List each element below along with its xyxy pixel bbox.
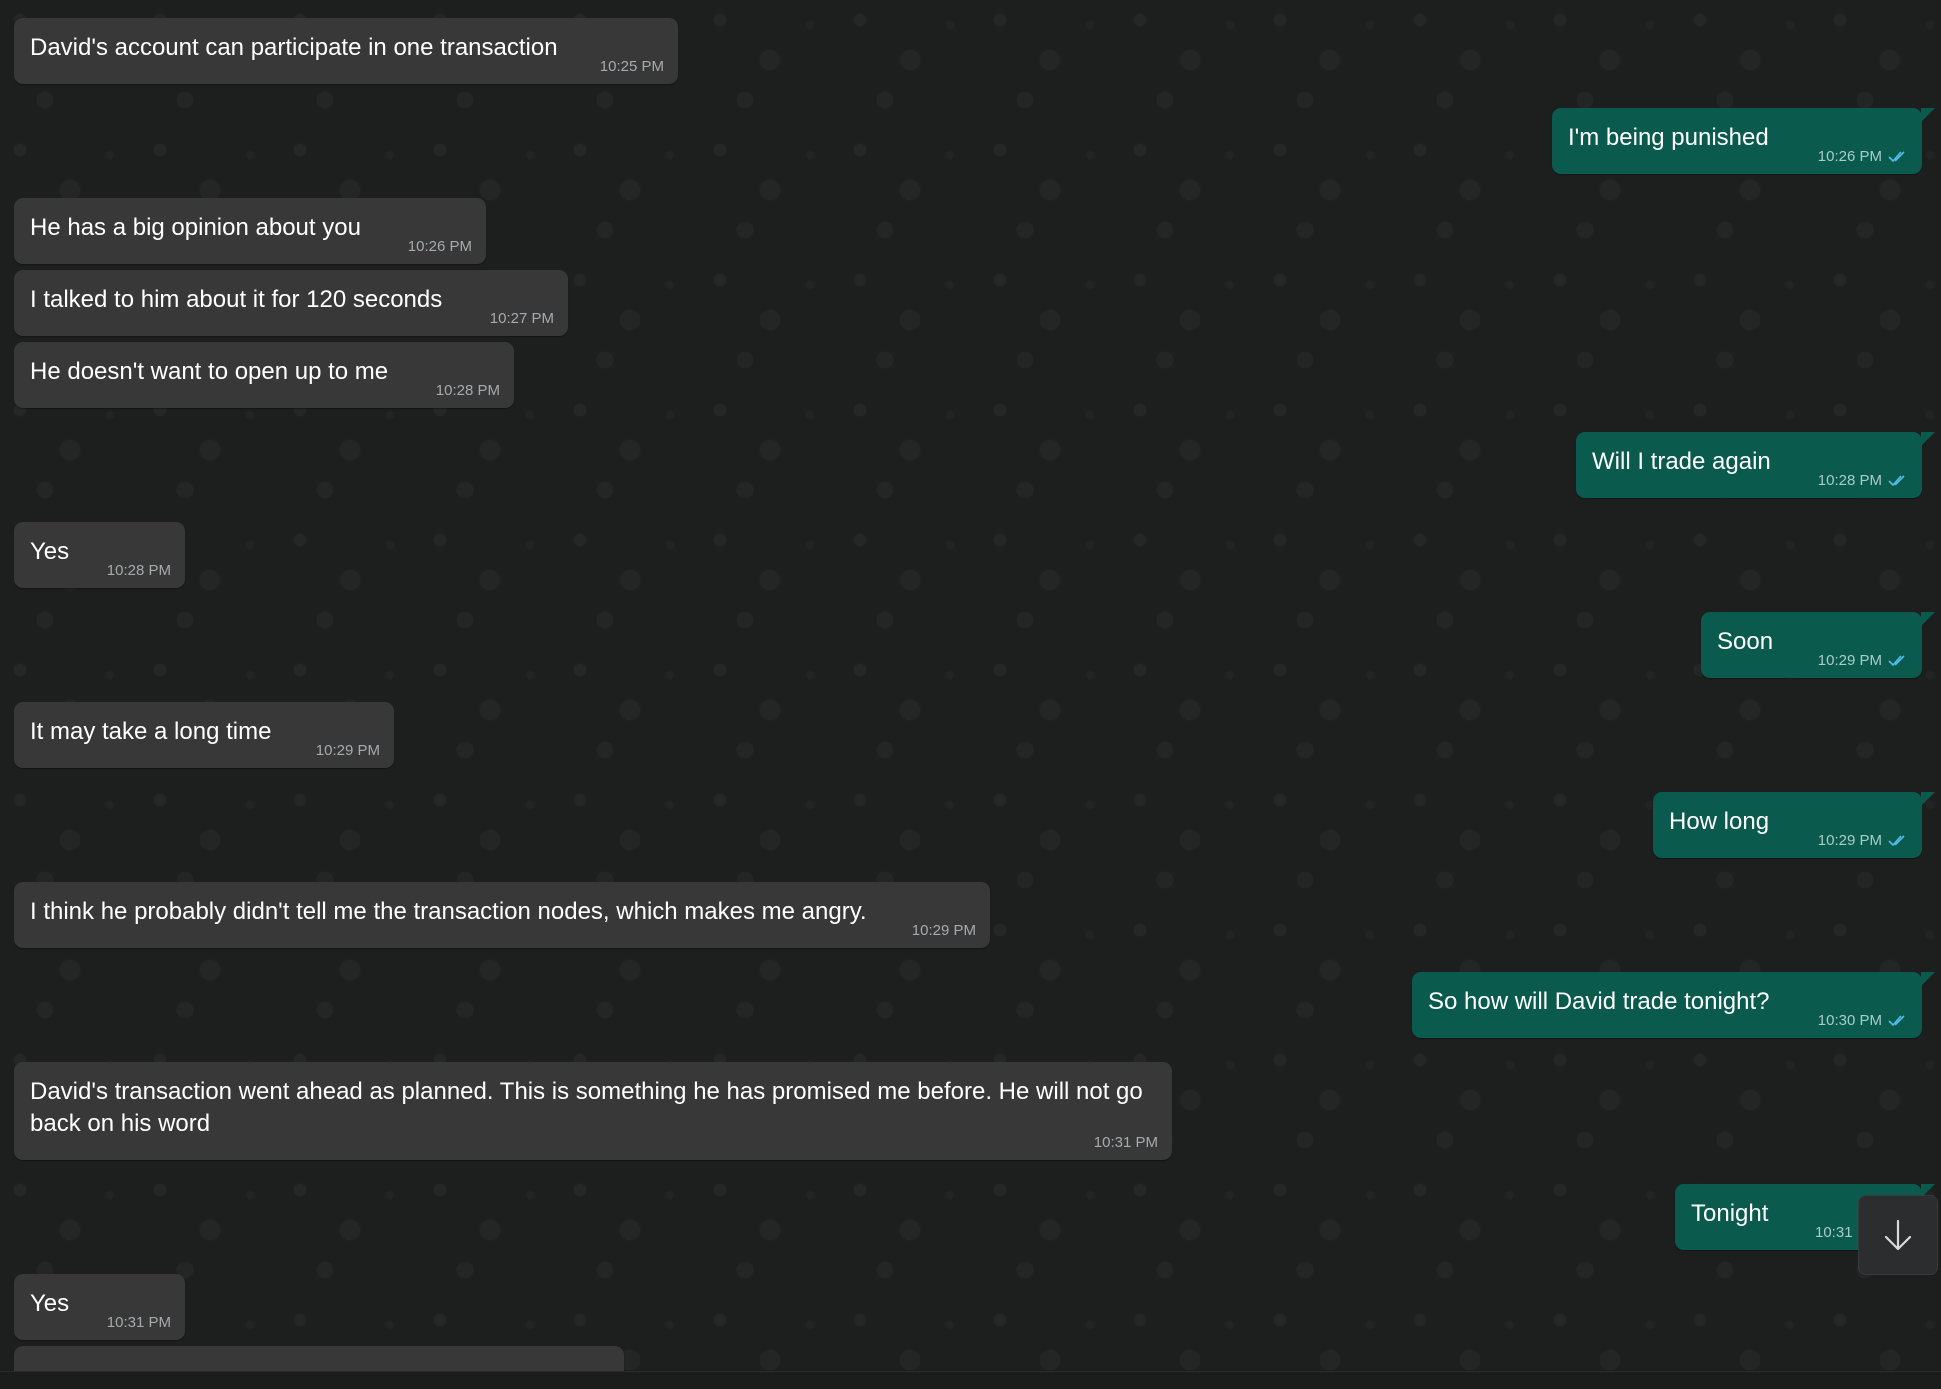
message-outgoing[interactable]: So how will David trade tonight? 10:30 P… (1412, 972, 1935, 1038)
message-time: 10:27 PM (489, 310, 554, 327)
message-outgoing[interactable]: I'm being punished 10:26 PM (1552, 108, 1935, 174)
message-meta: 10:31 (1815, 1224, 1853, 1241)
message-text: It may take a long time (30, 718, 272, 745)
scroll-to-bottom-button[interactable] (1858, 1195, 1938, 1275)
message-time: 10:31 PM (1093, 1134, 1158, 1151)
message-text: I think he probably didn't tell me the t… (30, 898, 867, 925)
double-check-icon (1888, 834, 1905, 846)
message-meta: 10:31 PM (1094, 1134, 1158, 1151)
message-text: He has a big opinion about you (30, 214, 361, 241)
message-time: 10:30 PM (1817, 1012, 1882, 1029)
message-time: 10:25 PM (599, 58, 664, 75)
message-meta: 10:26 PM (408, 238, 472, 255)
message-time: 10:28 PM (1817, 472, 1882, 489)
double-check-icon (1888, 474, 1905, 486)
message-incoming[interactable]: David's transaction went ahead as planne… (14, 1062, 1172, 1160)
message-incoming[interactable]: I talked to him about it for 120 seconds… (14, 270, 568, 336)
message-incoming[interactable]: Yes 10:28 PM (14, 522, 185, 588)
double-check-icon (1888, 654, 1905, 666)
message-outgoing[interactable]: Will I trade again 10:28 PM (1576, 432, 1935, 498)
double-check-icon (1888, 150, 1905, 162)
message-time: 10:28 PM (106, 562, 171, 579)
message-text: I'm being punished (1568, 124, 1769, 151)
message-meta: 10:28 PM (436, 382, 500, 399)
message-meta: 10:29 PM (912, 922, 976, 939)
message-meta: 10:28 PM (107, 562, 171, 579)
message-text: David's transaction went ahead as planne… (30, 1078, 1143, 1137)
message-incoming[interactable]: Yes 10:31 PM (14, 1274, 185, 1340)
message-time: 10:26 PM (1817, 148, 1882, 165)
message-time: 10:31 PM (106, 1314, 171, 1331)
message-incoming-partial[interactable] (14, 1346, 624, 1371)
arrow-down-icon (1884, 1219, 1912, 1251)
message-meta: 10:30 PM (1818, 1012, 1908, 1029)
message-text: I talked to him about it for 120 seconds (30, 286, 443, 313)
message-text: So how will David trade tonight? (1428, 988, 1770, 1015)
message-meta: 10:31 PM (107, 1314, 171, 1331)
message-incoming[interactable]: He has a big opinion about you 10:26 PM (14, 198, 486, 264)
message-meta: 10:29 PM (316, 742, 380, 759)
message-meta: 10:26 PM (1818, 148, 1908, 165)
chat-pane[interactable]: David's account can participate in one t… (0, 0, 1941, 1371)
message-text: Will I trade again (1592, 448, 1771, 475)
message-meta: 10:27 PM (490, 310, 554, 327)
message-incoming[interactable]: He doesn't want to open up to me 10:28 P… (14, 342, 514, 408)
message-time: 10:26 PM (407, 238, 472, 255)
message-incoming[interactable]: I think he probably didn't tell me the t… (14, 882, 990, 948)
message-time: 10:28 PM (435, 382, 500, 399)
message-time: 10:29 PM (1817, 652, 1882, 669)
double-check-icon (1888, 1014, 1905, 1026)
message-meta: 10:25 PM (600, 58, 664, 75)
message-incoming[interactable]: David's account can participate in one t… (14, 18, 678, 84)
message-text: David's account can participate in one t… (30, 34, 558, 61)
message-meta: 10:29 PM (1818, 652, 1908, 669)
message-time: 10:31 (1815, 1224, 1853, 1241)
message-time: 10:29 PM (1817, 832, 1882, 849)
message-time: 10:29 PM (911, 922, 976, 939)
message-incoming[interactable]: It may take a long time 10:29 PM (14, 702, 394, 768)
message-outgoing[interactable]: How long 10:29 PM (1653, 792, 1935, 858)
message-text: He doesn't want to open up to me (30, 358, 389, 385)
message-time: 10:29 PM (315, 742, 380, 759)
message-meta: 10:29 PM (1818, 832, 1908, 849)
message-meta: 10:28 PM (1818, 472, 1908, 489)
bottom-edge (0, 1371, 1941, 1389)
message-outgoing[interactable]: Soon 10:29 PM (1701, 612, 1935, 678)
